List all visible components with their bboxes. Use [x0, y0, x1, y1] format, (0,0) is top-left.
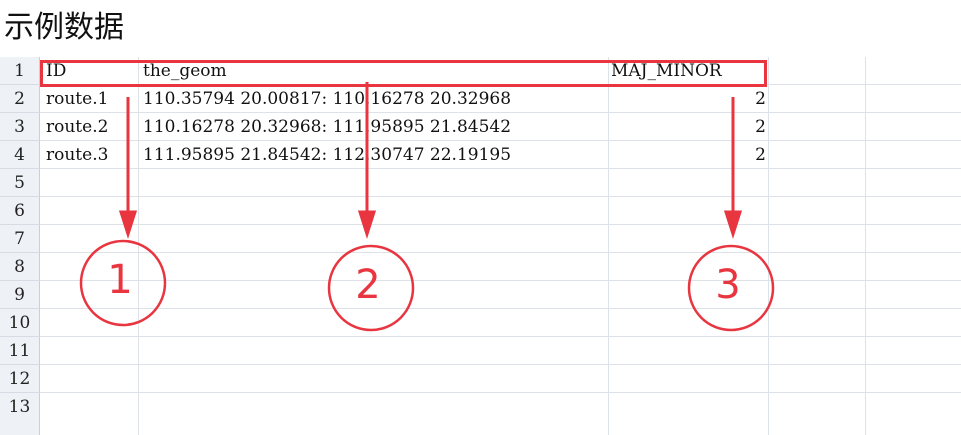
annotation-arrows: [79, 82, 775, 332]
annotation-label-1: 1: [107, 257, 133, 303]
arrow-2-head: [357, 210, 377, 239]
arrow-1-head: [118, 210, 138, 239]
annotation-label-3: 3: [715, 262, 741, 308]
arrow-3-head: [723, 210, 743, 239]
annotation-label-2: 2: [355, 262, 381, 308]
